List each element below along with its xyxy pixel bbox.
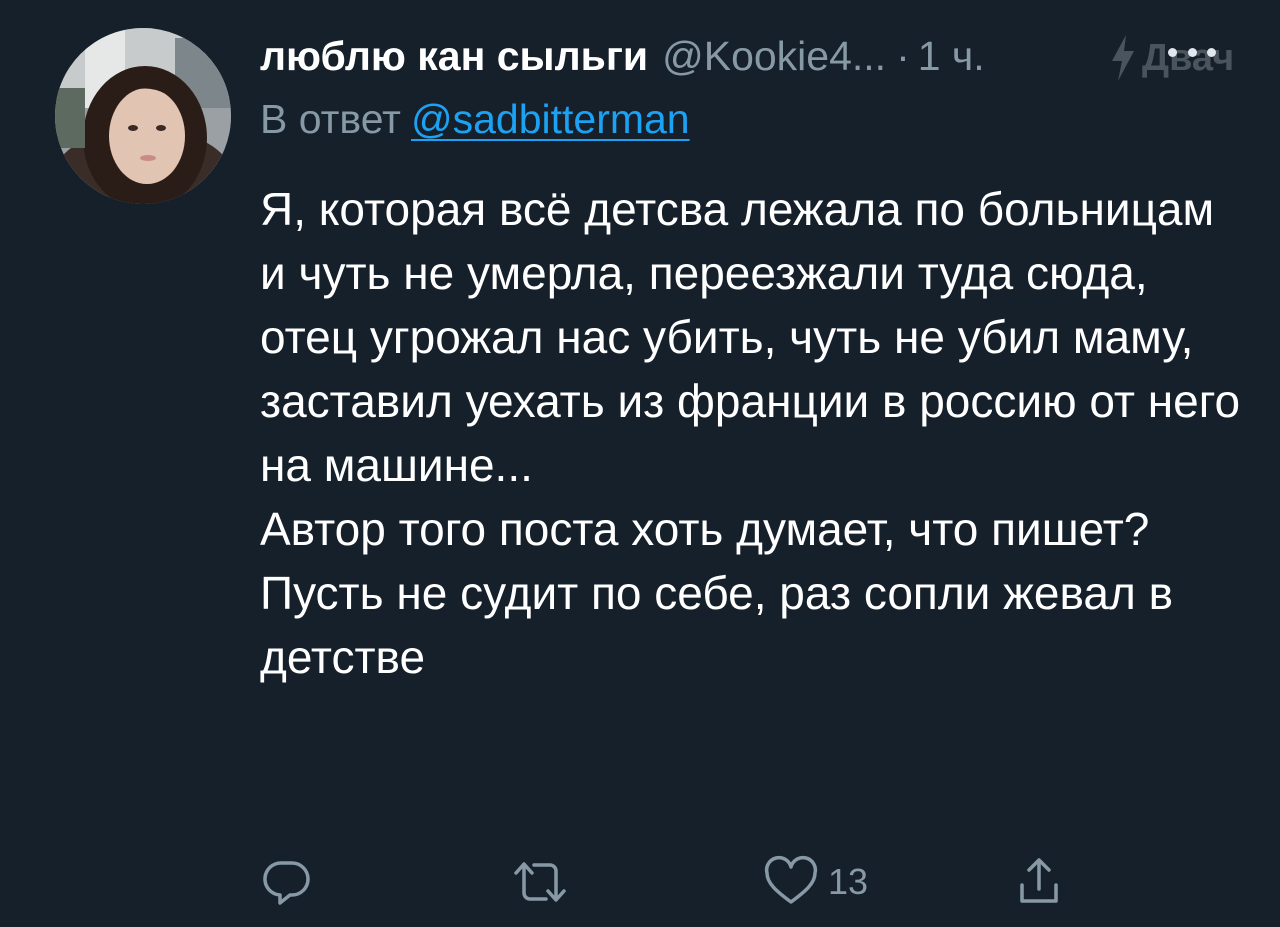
tweet-actions: 13 bbox=[260, 852, 1220, 912]
reply-icon bbox=[263, 861, 310, 905]
tweet-text: Я, которая всё детсва лежала по больница… bbox=[260, 177, 1250, 689]
share-button[interactable] bbox=[1012, 852, 1066, 912]
avatar[interactable] bbox=[55, 28, 231, 204]
tweet-paragraph: Пусть не судит по себе, раз сопли жевал … bbox=[260, 567, 1174, 683]
separator-dot: · bbox=[896, 32, 910, 79]
tweet-header: люблю кан сыльги @Kookie4... · 1 ч. bbox=[260, 30, 985, 82]
like-button[interactable]: 13 bbox=[762, 852, 868, 912]
reply-prefix: В ответ bbox=[260, 96, 401, 142]
reply-button[interactable] bbox=[260, 852, 314, 912]
retweet-button[interactable] bbox=[508, 852, 572, 912]
retweet-icon bbox=[514, 862, 566, 902]
display-name[interactable]: люблю кан сыльги bbox=[260, 33, 648, 80]
timestamp[interactable]: 1 ч. bbox=[918, 33, 985, 80]
avatar-photo bbox=[55, 28, 231, 204]
tweet-paragraph: Автор того поста хоть думает, что пишет? bbox=[260, 503, 1150, 555]
reply-context: В ответ @sadbitterman bbox=[260, 96, 690, 143]
share-icon bbox=[1020, 858, 1058, 903]
tweet[interactable]: люблю кан сыльги @Kookie4... · 1 ч. Двач… bbox=[0, 0, 1280, 927]
reply-mention-link[interactable]: @sadbitterman bbox=[411, 96, 690, 142]
like-count: 13 bbox=[828, 861, 869, 902]
more-options-icon[interactable] bbox=[1168, 40, 1216, 64]
lightning-icon bbox=[1112, 35, 1134, 81]
heart-icon bbox=[764, 855, 818, 904]
tweet-paragraph: Я, которая всё детсва лежала по больница… bbox=[260, 183, 1241, 491]
user-handle[interactable]: @Kookie4... bbox=[662, 33, 886, 80]
